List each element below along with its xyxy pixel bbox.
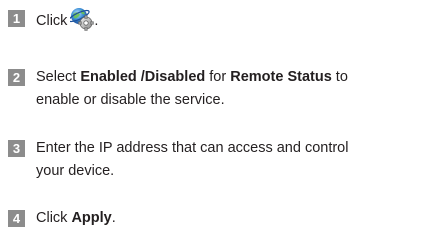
step-4-suffix: .	[111, 210, 116, 226]
remote-settings-globe-gear-icon	[68, 7, 95, 31]
step-3-line-2: your device.	[36, 163, 115, 179]
remote-status-label: Remote Status	[230, 69, 332, 85]
step-text: Select Enabled /Disabled for Remote Stat…	[36, 66, 442, 112]
step-2-line-1: Select Enabled /Disabled for Remote Stat…	[36, 66, 442, 89]
enabled-disabled-label: Enabled /Disabled	[80, 69, 206, 85]
step-number-badge: 3	[8, 140, 25, 157]
step-2-text-e: to	[331, 69, 348, 85]
step-4-prefix: Click	[36, 210, 72, 226]
step-text: Enter the IP address that can access and…	[36, 137, 442, 183]
step-2-text-c: for	[205, 69, 231, 85]
step-3-line-1: Enter the IP address that can access and…	[36, 140, 349, 156]
step-number-badge: 2	[8, 69, 25, 86]
step-2-line-2: enable or disable the service.	[36, 92, 225, 108]
step-number-badge: 1	[8, 10, 25, 27]
apply-label: Apply	[71, 210, 112, 226]
step-1-suffix: .	[94, 13, 99, 29]
step-2-text-a: Select	[36, 69, 81, 85]
step-text: Click .	[36, 7, 442, 33]
step-1-prefix: Click	[36, 13, 68, 29]
step-text: Click Apply.	[36, 207, 442, 230]
step-number-badge: 4	[8, 210, 25, 227]
